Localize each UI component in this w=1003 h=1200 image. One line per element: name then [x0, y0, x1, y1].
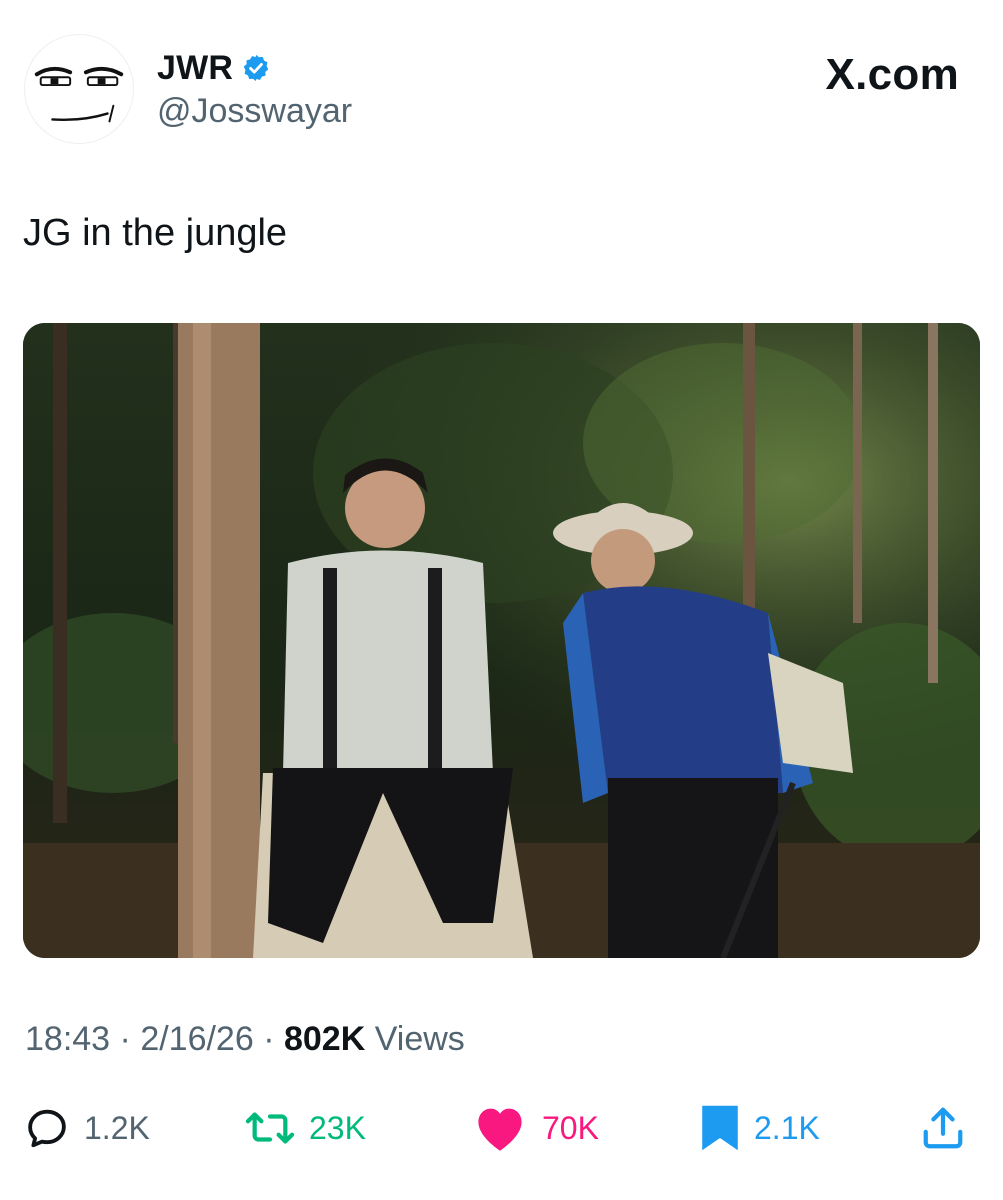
- tweet-time[interactable]: 18:43: [25, 1020, 110, 1058]
- retweet-icon: [245, 1112, 295, 1144]
- verified-badge-icon: [243, 54, 269, 82]
- retweet-count: 23K: [309, 1109, 366, 1146]
- tweet-text: JG in the jungle: [23, 212, 288, 254]
- author-name-row[interactable]: JWR: [157, 46, 271, 90]
- views-count: 802K: [283, 1020, 366, 1058]
- tweet-date[interactable]: 2/16/26: [140, 1020, 253, 1058]
- retweet-button[interactable]: 23K: [245, 1100, 366, 1156]
- tweet-photo[interactable]: [23, 323, 980, 958]
- like-button[interactable]: 70K: [472, 1100, 599, 1156]
- tweet-meta: 18:43 · 2/16/26 · 802K Views: [25, 1020, 465, 1059]
- meta-separator: ·: [110, 1020, 141, 1058]
- reply-icon: [28, 1109, 66, 1148]
- display-name[interactable]: JWR: [157, 49, 233, 88]
- jungle-hikers-photo-icon: [23, 323, 980, 958]
- bookmark-icon: [702, 1105, 738, 1151]
- man-face-avatar-icon: [34, 66, 124, 123]
- action-bar: 1.2K 23K 70K 2.1K: [0, 1100, 1003, 1156]
- share-icon: [923, 1107, 963, 1149]
- share-button[interactable]: [920, 1100, 966, 1156]
- site-label: X.com: [825, 50, 959, 99]
- bookmark-button[interactable]: 2.1K: [700, 1100, 820, 1156]
- views-label: Views: [365, 1020, 465, 1058]
- reply-button[interactable]: 1.2K: [24, 1100, 150, 1156]
- like-count: 70K: [542, 1109, 599, 1146]
- heart-icon: [478, 1108, 522, 1151]
- bookmark-count: 2.1K: [754, 1109, 820, 1146]
- avatar[interactable]: [24, 34, 134, 144]
- reply-count: 1.2K: [84, 1109, 150, 1146]
- author-handle[interactable]: @Josswayar: [157, 92, 352, 131]
- meta-separator: ·: [253, 1020, 284, 1058]
